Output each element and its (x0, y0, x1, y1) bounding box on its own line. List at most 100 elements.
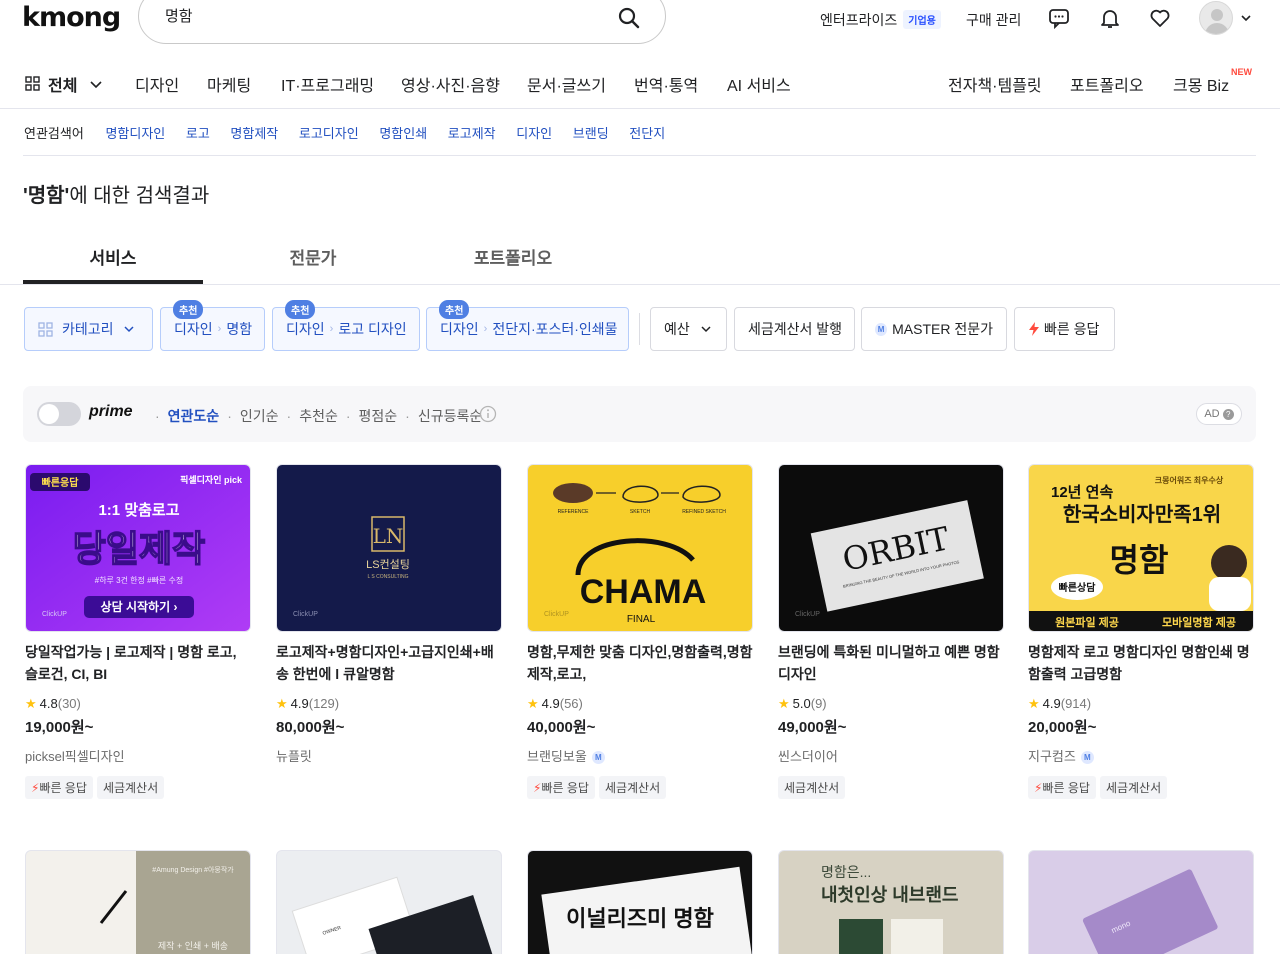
category-filter[interactable]: 카테고리 (24, 307, 153, 351)
related-keyword[interactable]: 로고디자인 (299, 126, 359, 141)
ad-info-button[interactable]: AD ? (1196, 403, 1242, 425)
card-thumbnail[interactable]: REFERENCE SKETCH REFINED SKETCH CHAMA FI… (527, 464, 753, 632)
sort-popular[interactable]: 인기순 (240, 408, 279, 424)
bell-icon[interactable] (1098, 6, 1122, 30)
ad-label: AD (1204, 408, 1220, 420)
fast-response-filter[interactable]: 빠른 응답 (1014, 307, 1115, 351)
card-thumbnail[interactable]: #Amung Design #아뭉작가 제작 + 인쇄 + 배송 (25, 850, 251, 954)
svg-text:명함은...: 명함은... (821, 864, 871, 880)
card-seller[interactable]: 지구컴즈 M (1028, 746, 1094, 765)
tag-tax-invoice: 세금계산서 (778, 776, 846, 799)
svg-text:모바일명함 제공: 모바일명함 제공 (1162, 615, 1236, 629)
rec-filter-chip[interactable]: 추천 디자인 › 명함 (160, 300, 265, 351)
card-thumbnail[interactable]: OWNER (276, 850, 502, 954)
top-header: kmong 엔터프라이즈 기업용 구매 관리 (0, 0, 1280, 44)
tab-portfolio[interactable]: 포트폴리오 (423, 244, 603, 269)
enterprise-link[interactable]: 엔터프라이즈 기업용 (820, 10, 941, 30)
nav-item-ai[interactable]: AI 서비스 (727, 72, 791, 96)
kmong-logo[interactable]: kmong (22, 2, 121, 33)
chevron-right-icon: › (329, 323, 334, 335)
sort-newest[interactable]: 신규등록순 (418, 408, 482, 424)
divider (0, 108, 1280, 109)
info-icon[interactable] (479, 405, 497, 423)
card-rating: ★ 5.0(9) (778, 696, 827, 711)
search-icon[interactable] (617, 6, 641, 30)
svg-text:L S CONSULTING: L S CONSULTING (367, 574, 408, 580)
card-tags: ⚡빠른 응답 세금계산서 (1028, 776, 1171, 799)
star-icon: ★ (527, 696, 539, 711)
card-thumbnail[interactable]: 12년 연속 크몽어워즈 최우수상 한국소비자만족1위 명함 빠른상담 원본파일… (1028, 464, 1254, 632)
card-seller[interactable]: picksel픽셀디자인 (25, 746, 125, 765)
related-keyword[interactable]: 디자인 (516, 126, 552, 141)
recommend-badge: 추천 (173, 300, 204, 319)
chat-icon[interactable] (1047, 6, 1071, 30)
prime-toggle[interactable] (37, 402, 81, 426)
search-keyword: '명함' (23, 185, 70, 207)
chevron-down-icon (701, 326, 711, 333)
card-thumbnail[interactable]: 이널리즈미 명함 (527, 850, 753, 954)
related-keyword[interactable]: 명함제작 (230, 126, 278, 141)
avatar[interactable] (1199, 1, 1233, 35)
tag-tax-invoice: 세금계산서 (96, 776, 165, 799)
nav-all[interactable]: 전체 (48, 72, 77, 96)
search-bar[interactable] (138, 0, 666, 44)
nav-item-writing[interactable]: 문서·글쓰기 (527, 72, 606, 96)
sort-recommend[interactable]: 추천순 (299, 408, 338, 424)
tax-invoice-filter[interactable]: 세금계산서 발행 (734, 307, 855, 351)
filter-divider (639, 313, 640, 345)
card-rating: ★ 4.8(30) (25, 696, 81, 711)
card-seller[interactable]: 뉴플릿 (276, 746, 312, 765)
sort-relevance[interactable]: 연관도순 (168, 408, 220, 424)
nav-item-it[interactable]: IT·프로그래밍 (281, 72, 374, 96)
sort-rating[interactable]: 평점순 (359, 408, 398, 424)
related-keyword[interactable]: 명함디자인 (105, 126, 165, 141)
budget-label: 예산 (664, 321, 690, 337)
nav-item-design[interactable]: 디자인 (135, 72, 179, 96)
nav-item-ebook[interactable]: 전자책·템플릿 (948, 72, 1042, 96)
related-keyword[interactable]: 로고 (186, 126, 210, 141)
purchase-manage-link[interactable]: 구매 관리 (966, 10, 1021, 30)
card-thumbnail[interactable]: 명함은... 내첫인상 내브랜드 (778, 850, 1004, 954)
card-thumbnail[interactable]: mono (1028, 850, 1254, 954)
card-thumbnail[interactable]: 빠른응답 픽셀디자인 pick 1:1 맞춤로고 당일제작 #하루 3건 한정 … (25, 464, 251, 632)
card-title[interactable]: 명함,무제한 맞춤 디자인,명함출력,명함제작,로고, (527, 641, 753, 685)
card-thumbnail[interactable]: ORBIT BRINGING THE BEAUTY OF THE WORLD I… (778, 464, 1004, 632)
related-keyword[interactable]: 전단지 (629, 126, 665, 141)
card-seller[interactable]: 씬스더이어 (778, 746, 838, 765)
card-title[interactable]: 로고제작+명함디자인+고급지인쇄+배송 한번에 l 큐알명함 (276, 641, 502, 685)
nav-item-video[interactable]: 영상·사진·음향 (401, 72, 500, 96)
heart-icon[interactable] (1148, 6, 1172, 30)
card-title[interactable]: 당일작업가능 | 로고제작 | 명함 로고, 슬로건, CI, BI (25, 641, 251, 685)
master-filter[interactable]: M MASTER 전문가 (861, 307, 1007, 351)
tab-services[interactable]: 서비스 (23, 244, 203, 269)
grid-icon (38, 321, 53, 337)
nav-item-biz[interactable]: 크몽 Biz (1173, 72, 1229, 96)
card-thumbnail[interactable]: LN LS컨설팅 L S CONSULTING ClickUP (276, 464, 502, 632)
user-silhouette-icon (1205, 9, 1229, 34)
tag-fast-response: ⚡빠른 응답 (1028, 776, 1096, 799)
rec-chip-category: 디자인 (286, 321, 325, 337)
nav-item-portfolio[interactable]: 포트폴리오 (1070, 72, 1144, 96)
chevron-down-icon[interactable] (1240, 12, 1252, 24)
rec-filter-chip[interactable]: 추천 디자인 › 로고 디자인 (272, 300, 420, 351)
chevron-down-icon[interactable] (89, 77, 103, 91)
tab-experts[interactable]: 전문가 (223, 244, 403, 269)
result-suffix: 에 대한 검색결과 (69, 185, 210, 207)
enterprise-label: 엔터프라이즈 (820, 12, 898, 28)
card-tags: ⚡빠른 응답 세금계산서 (527, 776, 670, 799)
nav-item-translation[interactable]: 번역·통역 (634, 72, 698, 96)
nav-item-marketing[interactable]: 마케팅 (207, 72, 251, 96)
card-seller[interactable]: 브랜딩보울 M (527, 746, 605, 765)
rec-filter-chip[interactable]: 추천 디자인 › 전단지·포스터·인쇄물 (426, 300, 629, 351)
svg-text:원본파일 제공: 원본파일 제공 (1055, 615, 1119, 629)
related-keyword[interactable]: 명함인쇄 (379, 126, 427, 141)
new-badge: NEW (1231, 67, 1252, 77)
budget-filter[interactable]: 예산 (650, 307, 727, 351)
related-keyword[interactable]: 브랜딩 (573, 126, 609, 141)
card-title[interactable]: 명함제작 로고 명함디자인 명함인쇄 명함출력 고급명함 (1028, 641, 1254, 685)
related-keyword[interactable]: 로고제작 (448, 126, 496, 141)
search-input[interactable] (165, 7, 585, 24)
related-label: 연관검색어 (24, 126, 84, 141)
card-title[interactable]: 브랜딩에 특화된 미니멀하고 예쁜 명함 디자인 (778, 641, 1004, 685)
master-icon: M (591, 751, 605, 764)
